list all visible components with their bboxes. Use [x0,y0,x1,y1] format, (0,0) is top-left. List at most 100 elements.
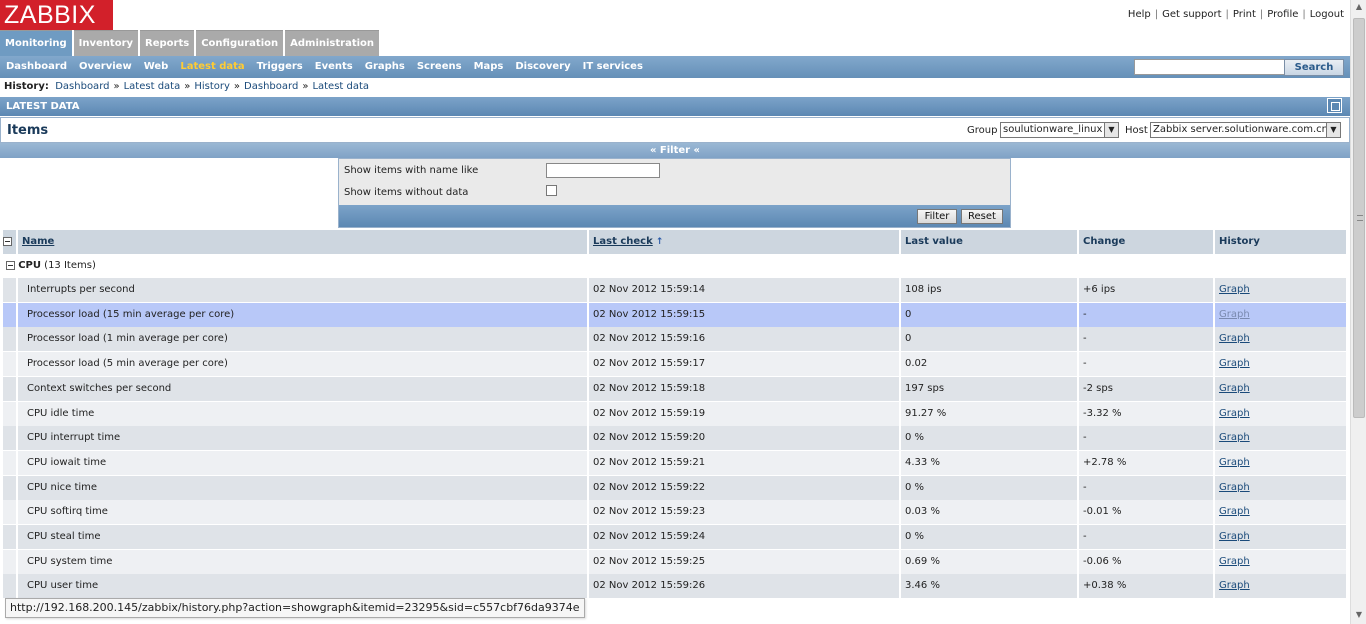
submenu-latest-data[interactable]: Latest data [174,56,250,78]
item-last-check: 02 Nov 2012 15:59:16 [589,327,901,352]
sort-last-check-link[interactable]: Last check [593,236,653,247]
table-row: CPU softirq time 02 Nov 2012 15:59:23 0.03… [3,500,1346,525]
help-link[interactable]: Help [1128,9,1151,20]
tab-configuration[interactable]: Configuration [196,30,284,56]
item-history: Graph [1215,376,1346,401]
submenu-triggers[interactable]: Triggers [251,56,309,78]
graph-link[interactable]: Graph [1219,383,1250,394]
table-row: CPU steal time 02 Nov 2012 15:59:24 0 % - Gr… [3,525,1346,549]
item-change: +2.78 % [1079,450,1215,475]
graph-link[interactable]: Graph [1219,333,1250,344]
graph-link[interactable]: Graph [1219,580,1250,591]
submenu-screens[interactable]: Screens [411,56,468,78]
item-change: - [1079,475,1215,500]
scroll-down-icon[interactable]: ▼ [1351,610,1366,622]
fullscreen-icon[interactable] [1327,98,1342,113]
breadcrumb-item[interactable]: Latest data [312,81,369,92]
sort-name-link[interactable]: Name [22,236,54,247]
breadcrumb-item[interactable]: History [194,81,230,92]
row-spacer [3,376,18,401]
chevron-down-icon[interactable]: ▼ [1326,123,1340,137]
filter-toggle[interactable]: « Filter « [0,143,1350,158]
item-last-value: 0.02 [901,352,1079,377]
item-last-value: 0 % [901,426,1079,451]
search-input[interactable] [1134,59,1290,75]
tab-monitoring[interactable]: Monitoring [0,30,72,56]
breadcrumb-item[interactable]: Latest data [124,81,181,92]
graph-link[interactable]: Graph [1219,482,1250,493]
scroll-up-icon[interactable]: ▲ [1351,2,1366,14]
graph-link[interactable]: Graph [1219,358,1250,369]
zabbix-logo[interactable]: ZABBIX [0,0,113,30]
submenu-graphs[interactable]: Graphs [359,56,411,78]
item-history: Graph [1215,525,1346,549]
scrollbar-thumb[interactable] [1353,18,1365,418]
group-cell: CPU (13 Items) [3,254,1346,278]
get-support-link[interactable]: Get support [1162,9,1221,20]
profile-link[interactable]: Profile [1267,9,1298,20]
search-button[interactable]: Search [1284,59,1344,76]
chevron-down-icon[interactable]: ▼ [1104,123,1118,137]
graph-link[interactable]: Graph [1219,457,1250,468]
item-last-check: 02 Nov 2012 15:59:17 [589,352,901,377]
item-last-value: 4.33 % [901,450,1079,475]
group-select[interactable]: soulutionware_linux ▼ [1000,122,1119,138]
breadcrumb-item[interactable]: Dashboard [55,81,109,92]
filter-panel: Show items with name like Show items wit… [338,158,1011,228]
graph-link[interactable]: Graph [1219,531,1250,542]
vertical-scrollbar[interactable]: ▲ ▼ [1350,0,1366,624]
graph-link[interactable]: Graph [1219,309,1250,320]
item-last-value: 108 ips [901,278,1079,302]
logout-link[interactable]: Logout [1310,9,1344,20]
item-name: CPU interrupt time [18,426,589,451]
item-history: Graph [1215,278,1346,302]
breadcrumb-item[interactable]: Dashboard [244,81,298,92]
submenu-events[interactable]: Events [309,56,359,78]
item-last-value: 0.69 % [901,549,1079,574]
name-like-input[interactable] [546,163,660,178]
tab-administration[interactable]: Administration [285,30,380,56]
item-last-value: 0 [901,327,1079,352]
item-change: - [1079,352,1215,377]
submenu-discovery[interactable]: Discovery [509,56,576,78]
submenu-maps[interactable]: Maps [468,56,510,78]
breadcrumb-separator: » [302,81,309,92]
item-change: -3.32 % [1079,401,1215,426]
filter-footer [339,205,1010,227]
item-history: Graph [1215,302,1346,327]
items-title: Items [7,123,49,138]
graph-link[interactable]: Graph [1219,556,1250,567]
host-select[interactable]: Zabbix server.solutionware.com.cn ▼ [1150,122,1341,138]
item-change: - [1079,426,1215,451]
tab-reports[interactable]: Reports [140,30,195,56]
reset-button[interactable]: Reset [961,209,1003,224]
table-row: CPU user time 02 Nov 2012 15:59:26 3.46 % +… [3,574,1346,599]
col-last-check: Last check ↑ [589,230,901,254]
row-spacer [3,401,18,426]
collapse-group-icon[interactable] [6,260,15,270]
graph-link[interactable]: Graph [1219,284,1250,295]
item-last-value: 91.27 % [901,401,1079,426]
submenu-web[interactable]: Web [138,56,175,78]
collapse-all-icon[interactable] [3,236,12,246]
row-spacer [3,352,18,377]
row-spacer [3,302,18,327]
submenu-overview[interactable]: Overview [73,56,138,78]
graph-link[interactable]: Graph [1219,506,1250,517]
row-spacer [3,327,18,352]
item-change: -0.01 % [1079,500,1215,525]
item-history: Graph [1215,450,1346,475]
submenu-it-services[interactable]: IT services [577,56,649,78]
host-select-value: Zabbix server.solutionware.com.cn [1153,124,1328,135]
submenu-dashboard[interactable]: Dashboard [0,56,73,78]
group-row: CPU (13 Items) [3,254,1346,278]
without-data-checkbox[interactable] [546,185,557,196]
print-link[interactable]: Print [1233,9,1256,20]
row-spacer [3,278,18,302]
col-history: History [1215,230,1346,254]
graph-link[interactable]: Graph [1219,432,1250,443]
tab-inventory[interactable]: Inventory [73,30,139,56]
graph-link[interactable]: Graph [1219,408,1250,419]
filter-button[interactable]: Filter [917,209,957,224]
sort-asc-icon: ↑ [655,237,664,247]
